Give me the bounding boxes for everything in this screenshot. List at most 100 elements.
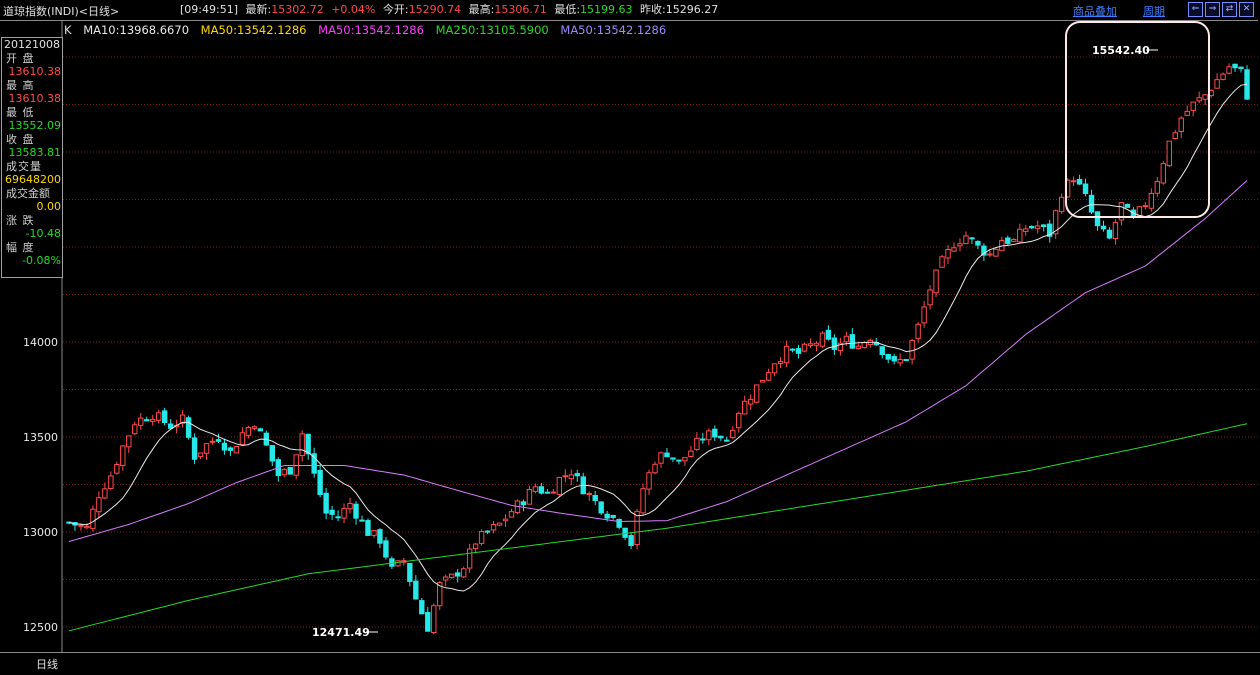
candle-body [347, 502, 353, 510]
candle-body [1040, 224, 1047, 228]
y-tick-label: 13000 [23, 526, 58, 539]
candle-body [825, 329, 832, 340]
candle-body [801, 343, 808, 352]
candle-body [144, 419, 150, 422]
candle-body [126, 435, 132, 448]
candle-body [706, 430, 712, 441]
candle-body [377, 529, 383, 544]
time-axis-bar: 日线 [0, 652, 1260, 675]
candle-body [448, 573, 455, 578]
ma50-line [68, 180, 1248, 542]
prev-window-button[interactable]: ⇐ [1188, 2, 1203, 17]
candle-body [861, 342, 868, 349]
candle-body [921, 306, 927, 324]
candle-body [700, 438, 706, 441]
candle-body [550, 491, 557, 494]
candle-body [634, 510, 640, 546]
change-value: +0.04% [331, 3, 376, 16]
candle-body [682, 457, 688, 462]
candle-body [765, 372, 772, 381]
candle-body [1214, 79, 1220, 89]
candle-body [628, 535, 634, 547]
candle-body [1202, 94, 1208, 100]
candle-body [245, 427, 252, 436]
open-value: 15290.74 [408, 3, 462, 16]
candle-body [771, 363, 778, 374]
last-value: 15302.72 [271, 3, 324, 16]
candle-body [915, 323, 921, 339]
period-button[interactable]: 周期 [1143, 3, 1165, 19]
candle-body [431, 605, 437, 634]
candle-body [945, 248, 951, 259]
candle-body [395, 560, 401, 567]
candle-body [1035, 225, 1041, 229]
candle-body [209, 440, 216, 443]
info-change: -10.48 [25, 227, 61, 240]
max-annotation: 15542.40 [1092, 44, 1150, 57]
candle-body [407, 562, 413, 582]
candle-body [1070, 180, 1077, 183]
overlay-button[interactable]: 商品叠加 [1073, 3, 1117, 19]
candle-body [646, 472, 652, 490]
candle-body [544, 491, 551, 494]
y-tick-label: 12500 [23, 621, 58, 634]
candle-body [747, 398, 754, 405]
candle-body [598, 501, 604, 514]
low-label: 最低: [554, 3, 581, 16]
candle-body [508, 511, 515, 518]
candle-body [1124, 203, 1131, 208]
candle-body [1238, 66, 1244, 69]
candle-body [1106, 229, 1113, 239]
candle-body [652, 463, 658, 474]
candle-body [526, 488, 533, 505]
candle-body [586, 492, 592, 496]
candle-body [753, 384, 760, 403]
candle-body [496, 522, 503, 526]
candle-body [1058, 196, 1065, 213]
candle-body [849, 334, 856, 349]
candle-body [443, 576, 449, 581]
candle-body [993, 248, 999, 257]
candle-body [478, 530, 485, 544]
candle-body [1232, 63, 1238, 69]
candle-body [987, 253, 993, 256]
open-label: 今开: [382, 3, 409, 16]
candle-body [885, 353, 891, 360]
candle-body [1178, 117, 1184, 132]
candle-body [532, 486, 539, 492]
candle-body [161, 410, 168, 423]
candle-body [251, 426, 258, 429]
candle-body [951, 247, 957, 252]
candle-body [371, 530, 377, 536]
candle-body [490, 523, 497, 531]
candle-body [1220, 73, 1226, 80]
candle-body [138, 417, 144, 426]
candle-body [604, 513, 610, 519]
candle-body [670, 457, 676, 460]
info-amount: 0.00 [36, 200, 62, 213]
high-label: 最高: [468, 3, 495, 16]
swap-window-button[interactable]: ⇄ [1222, 2, 1237, 17]
candle-body [239, 432, 246, 446]
candle-body [227, 447, 234, 451]
candle-body [807, 343, 814, 346]
candle-body [574, 473, 580, 477]
candle-body [90, 508, 96, 529]
close-window-button[interactable]: ✕ [1239, 2, 1254, 17]
candlestick-chart[interactable]: 1250013000135001400020120910111220130102… [0, 20, 1260, 652]
info-close: 13583.81 [8, 146, 62, 159]
candle-body [257, 428, 264, 432]
candle-body [341, 507, 347, 519]
next-window-button[interactable]: ⇒ [1205, 2, 1220, 17]
candle-body [305, 433, 311, 455]
candle-body [789, 348, 796, 351]
candle-body [957, 243, 963, 247]
quote-strip: [09:49:51] 最新:15302.72 +0.04% 今开:15290.7… [180, 3, 722, 17]
info-close-label: 收 盘 [6, 132, 35, 146]
candle-body [538, 486, 545, 494]
candle-body [1005, 237, 1011, 244]
candle-body [622, 527, 628, 538]
candle-body [688, 450, 694, 457]
info-high: 13610.38 [8, 92, 62, 105]
candle-body [203, 443, 210, 454]
